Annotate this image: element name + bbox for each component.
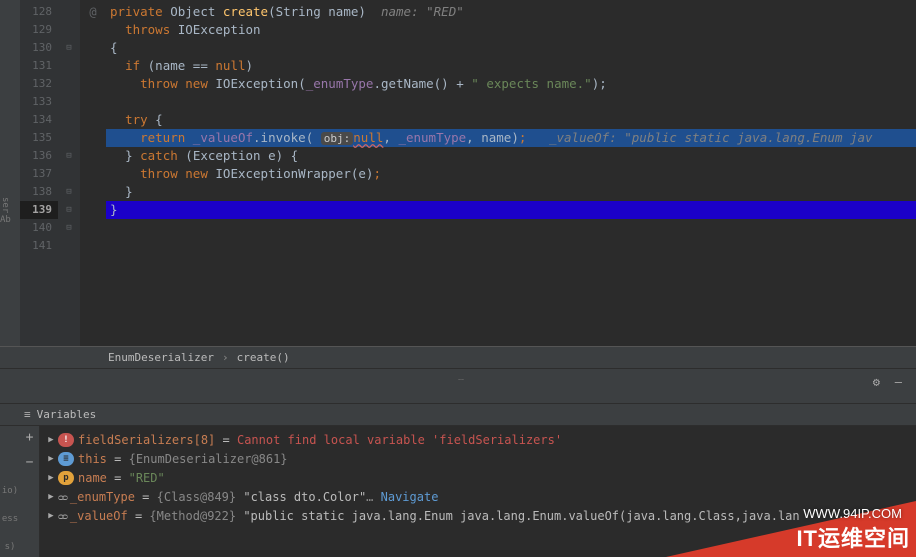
fold-gutter[interactable]: ⊟ ⊟ ⊟ ⊟ ⊟ bbox=[58, 0, 80, 346]
line-number[interactable]: 141 bbox=[20, 237, 58, 255]
code-line[interactable]: try { bbox=[106, 111, 916, 129]
breadcrumb-item[interactable]: create() bbox=[237, 351, 290, 364]
variable-row[interactable]: ▶ ᴑᴑ _enumType = {Class@849} "class dto.… bbox=[44, 487, 916, 506]
sidetab-label: Ab bbox=[0, 215, 11, 225]
line-number[interactable]: 133 bbox=[20, 93, 58, 111]
override-icon[interactable]: @ bbox=[80, 3, 106, 21]
inline-hint: name: "RED" bbox=[381, 4, 464, 19]
variable-row[interactable]: ▶ ≡ this = {EnumDeserializer@861} bbox=[44, 449, 916, 468]
fold-toggle[interactable]: ⊟ bbox=[58, 219, 80, 237]
chevron-right-icon: › bbox=[222, 351, 229, 364]
line-number[interactable]: 130 bbox=[20, 39, 58, 57]
drag-handle-icon[interactable]: ┄ bbox=[458, 375, 466, 386]
code-line-execution-point[interactable]: return _valueOf.invoke( obj:null, _enumT… bbox=[106, 129, 916, 147]
fold-toggle[interactable]: ⊟ bbox=[58, 147, 80, 165]
variable-row[interactable]: ▶ ! fieldSerializers[8] = Cannot find lo… bbox=[44, 430, 916, 449]
expand-icon[interactable]: ▶ bbox=[44, 492, 58, 502]
expand-icon[interactable]: ▶ bbox=[44, 454, 58, 464]
inline-hint: _valueOf: "public static java.lang.Enum … bbox=[549, 130, 873, 145]
remove-watch-icon[interactable]: − bbox=[26, 455, 34, 470]
breadcrumb-item[interactable]: EnumDeserializer bbox=[108, 351, 214, 364]
editor-area: ser Ab 128 129 130 131 132 133 134 135 1… bbox=[0, 0, 916, 346]
expand-icon[interactable]: ▶ bbox=[44, 435, 58, 445]
hide-panel-icon[interactable]: — bbox=[895, 375, 902, 389]
line-number[interactable]: 129 bbox=[20, 21, 58, 39]
code-line-current[interactable]: } bbox=[106, 201, 916, 219]
gear-icon[interactable]: ⚙ bbox=[873, 375, 880, 389]
code-line[interactable] bbox=[106, 237, 916, 255]
param-icon: p bbox=[58, 471, 74, 485]
line-number-current[interactable]: 139 bbox=[20, 201, 58, 219]
code-line[interactable]: } catch (Exception e) { bbox=[106, 147, 916, 165]
sidetab-label: ser bbox=[0, 197, 10, 213]
side-tabs-left[interactable]: ser Ab bbox=[0, 0, 20, 346]
code-line[interactable]: throw new IOExceptionWrapper(e); bbox=[106, 165, 916, 183]
variable-row[interactable]: ▶ ᴑᴑ _valueOf = {Method@922} "public sta… bbox=[44, 506, 916, 525]
expand-icon[interactable]: ▶ bbox=[44, 511, 58, 521]
add-watch-icon[interactable]: + bbox=[26, 430, 34, 445]
code-line[interactable] bbox=[106, 93, 916, 111]
debug-panel: io) ess s) + − ▶ ! fieldSerializers[8] =… bbox=[0, 426, 916, 557]
line-number[interactable]: 134 bbox=[20, 111, 58, 129]
line-number-gutter[interactable]: 128 129 130 131 132 133 134 135 136 137 … bbox=[20, 0, 58, 346]
line-number[interactable]: 128 bbox=[20, 3, 58, 21]
debug-side-tabs[interactable]: io) ess s) bbox=[0, 426, 20, 557]
fold-toggle[interactable]: ⊟ bbox=[58, 39, 80, 57]
line-number[interactable]: 135 bbox=[20, 129, 58, 147]
variable-row[interactable]: ▶ p name = "RED" bbox=[44, 468, 916, 487]
param-hint: obj: bbox=[321, 132, 354, 145]
debug-toolbar: + − bbox=[20, 426, 40, 557]
watch-icon: ᴑᴑ bbox=[58, 509, 66, 522]
code-line[interactable]: } bbox=[106, 219, 916, 237]
line-number[interactable]: 136 bbox=[20, 147, 58, 165]
watch-icon: ᴑᴑ bbox=[58, 490, 66, 503]
code-line[interactable]: } bbox=[106, 183, 916, 201]
line-number[interactable]: 140 bbox=[20, 219, 58, 237]
fold-toggle[interactable]: ⊟ bbox=[58, 183, 80, 201]
navigate-link[interactable]: Navigate bbox=[381, 490, 439, 504]
line-number[interactable]: 131 bbox=[20, 57, 58, 75]
variables-icon: ≡ bbox=[24, 408, 31, 421]
line-number[interactable]: 138 bbox=[20, 183, 58, 201]
code-editor[interactable]: private Object create(String name) name:… bbox=[106, 0, 916, 346]
expand-icon[interactable]: ▶ bbox=[44, 473, 58, 483]
breadcrumb: EnumDeserializer › create() bbox=[0, 346, 916, 368]
variables-tree[interactable]: ▶ ! fieldSerializers[8] = Cannot find lo… bbox=[40, 426, 916, 557]
code-line[interactable]: { bbox=[106, 39, 916, 57]
object-icon: ≡ bbox=[58, 452, 74, 466]
icon-gutter: @ bbox=[80, 0, 106, 346]
panel-resize-bar[interactable]: ┄ ⚙ — bbox=[0, 368, 916, 404]
fold-marker bbox=[58, 3, 80, 21]
code-line[interactable]: throws IOException bbox=[106, 21, 916, 39]
code-line[interactable]: if (name == null) bbox=[106, 57, 916, 75]
code-line[interactable]: private Object create(String name) name:… bbox=[106, 3, 916, 21]
fold-toggle[interactable]: ⊟ bbox=[58, 201, 80, 219]
variables-panel-header: ≡ Variables bbox=[0, 404, 916, 426]
variables-title: Variables bbox=[37, 408, 97, 421]
code-line[interactable]: throw new IOException(_enumType.getName(… bbox=[106, 75, 916, 93]
line-number[interactable]: 132 bbox=[20, 75, 58, 93]
line-number[interactable]: 137 bbox=[20, 165, 58, 183]
error-icon: ! bbox=[58, 433, 74, 447]
fold-marker bbox=[58, 21, 80, 39]
